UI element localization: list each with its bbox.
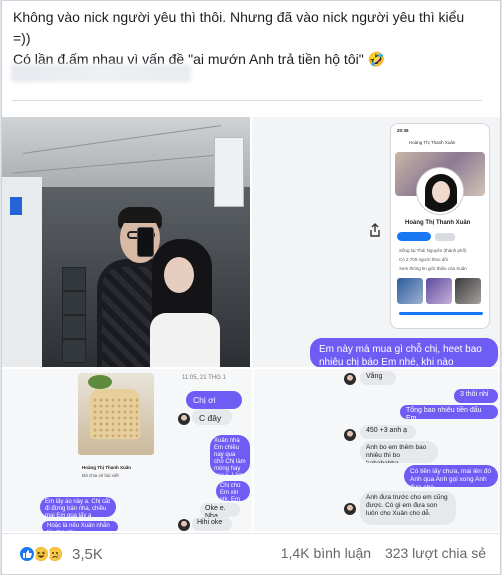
chat-bubble-sent: Chị ơi xyxy=(186,391,242,409)
photo-thumb[interactable] xyxy=(426,278,452,304)
chat-bubble-received: Anh bo em thêm bao nhiêu thì bo hahahahh… xyxy=(360,441,438,463)
photo-thumb[interactable] xyxy=(397,278,423,304)
photo-mirror-selfie[interactable] xyxy=(2,117,250,367)
add-friend-button[interactable] xyxy=(397,232,431,241)
contact-avatar xyxy=(344,373,356,385)
chat-bubble-received: C đây xyxy=(192,409,232,425)
wall-tile xyxy=(62,315,86,339)
contact-avatar xyxy=(178,519,190,531)
caption-line: =)) xyxy=(13,30,31,46)
followers: Có 2.700 người theo dõi xyxy=(399,257,448,262)
contact-avatar xyxy=(178,413,190,425)
product-title: Hoàng Thị Thanh Xuân xyxy=(82,465,131,470)
wall-lamp xyxy=(214,137,244,207)
profile-screenshot: 20:36 Hoàng Thị Thanh Xuân Hoàng Thị Tha… xyxy=(390,123,490,329)
reaction-count[interactable]: 3,5K xyxy=(72,546,103,563)
blurred-text xyxy=(11,64,191,82)
chat-bubble-received: Anh đưa trước cho em cũng được. Có gì em… xyxy=(360,491,456,525)
man-hair-top xyxy=(118,207,162,223)
woman-face xyxy=(164,257,194,293)
chat-date: 11:05, 21 THG 1 xyxy=(182,375,226,381)
post-caption: Không vào nick người yêu thì thôi. Nhưng… xyxy=(13,7,493,70)
caption-line: Không vào nick người yêu thì thôi. Nhưng… xyxy=(13,9,465,25)
photo-chat-right[interactable]: Vâng 3 thôi nhỉ Tổng bao nhiêu tiền đấu … xyxy=(254,369,500,531)
ceiling-seam xyxy=(22,125,222,154)
chat-bubble-sent: Có tiền lấy chưa, mai lên đó Anh qua Anh… xyxy=(404,465,498,487)
chat-bubble-received: 450 +3 anh ạ xyxy=(360,425,416,439)
chat-bubble-sent: 3 thôi nhỉ xyxy=(454,389,498,403)
see-info: Xem thông tin giới thiệu của Xuân xyxy=(399,266,467,271)
message-button[interactable] xyxy=(435,233,455,241)
comments-count[interactable]: 1,4K bình luận xyxy=(281,545,371,561)
bottom-nav xyxy=(399,312,483,315)
ceiling-seam xyxy=(12,153,232,174)
wall-tile xyxy=(62,267,86,291)
like-reaction-icon xyxy=(18,545,36,563)
chat-bubble-sent: Em này mà mua gì chỗ chị, heet bao nhiêu… xyxy=(310,338,498,367)
chat-bubble-sent: Hoặc là nếu Xuân nhắn tin cho chị xyxy=(42,521,118,531)
chat-bubble-received: Hihi oke xyxy=(192,517,232,531)
reactions-summary[interactable]: 3,5K xyxy=(18,543,103,565)
chat-bubble-received: Oke e. Nha xyxy=(200,503,240,517)
blouse-pattern xyxy=(92,397,138,437)
avatar xyxy=(417,168,463,214)
wall-tile xyxy=(62,291,86,315)
woman-shirt xyxy=(150,313,220,367)
photo-thumb[interactable] xyxy=(455,278,481,304)
lives-in: Sống tại Thái Nguyên (thành phố) xyxy=(399,248,467,253)
post-stats: 1,4K bình luận 323 lượt chia sẻ xyxy=(271,545,486,561)
contact-avatar xyxy=(344,503,356,515)
share-icon xyxy=(370,223,380,237)
photo-profile-screenshot[interactable]: 20:36 Hoàng Thị Thanh Xuân Hoàng Thị Tha… xyxy=(252,117,500,367)
avatar-face xyxy=(432,181,450,203)
status-time: 20:36 xyxy=(397,128,409,133)
chat-bubble-received: Vâng xyxy=(360,371,396,385)
chat-bubble-sent: Em lấy áo này a. Chị cắt đi đừng bán nha… xyxy=(40,497,116,517)
door-sign xyxy=(10,197,22,215)
divider xyxy=(12,100,482,101)
door xyxy=(2,177,42,367)
product-subtitle: Đã chia sẻ bài viết xyxy=(82,473,119,478)
shares-count[interactable]: 323 lượt chia sẻ xyxy=(385,545,486,561)
plant xyxy=(88,375,112,389)
name-bar: Hoàng Thị Thanh Xuân xyxy=(409,140,456,145)
profile-name: Hoàng Thị Thanh Xuân xyxy=(405,220,471,226)
contact-avatar xyxy=(344,429,356,441)
wall-tile xyxy=(62,339,86,363)
chat-bubble-sent: Xuân nhà Em chiều nay qua chỗ Chị làm mó… xyxy=(210,435,250,475)
chat-bubble-sent: Tổng bao nhiêu tiền đấu Em xyxy=(400,405,498,419)
photo-product-chat[interactable]: Hoàng Thị Thanh Xuân Đã chia sẻ bài viết… xyxy=(2,369,252,531)
chat-bubble-sent: Chị cho Em xin stk, Em bank qua luôn cho… xyxy=(216,481,250,501)
footer-divider xyxy=(2,533,500,534)
post-card: Không vào nick người yêu thì thôi. Nhưng… xyxy=(1,0,501,575)
phone xyxy=(137,227,154,257)
